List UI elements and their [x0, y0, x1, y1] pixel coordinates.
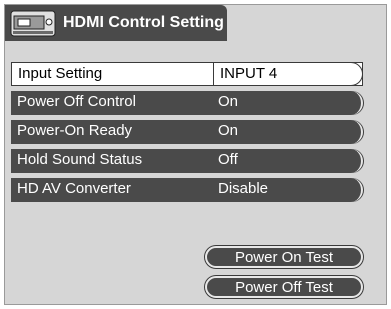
setting-row-power-on-ready[interactable]: Power-On Ready On	[11, 120, 363, 144]
setting-value-box[interactable]: On	[212, 91, 361, 113]
setting-value: INPUT 4	[220, 65, 278, 82]
hdmi-control-screen: HDMI Control Setting Input Setting INPUT…	[4, 4, 387, 305]
setting-value-box[interactable]: On	[212, 120, 361, 142]
power-on-test-button[interactable]: Power On Test	[205, 246, 363, 268]
setting-value-box[interactable]: INPUT 4	[213, 62, 363, 86]
title-bar: HDMI Control Setting	[5, 5, 227, 41]
power-off-test-button[interactable]: Power Off Test	[205, 276, 363, 298]
setting-value: On	[218, 93, 239, 110]
setting-label: HD AV Converter	[17, 180, 131, 197]
setting-value: Off	[218, 151, 238, 168]
setting-row-input-setting[interactable]: Input Setting INPUT 4	[11, 62, 363, 86]
setting-row-hd-av-converter[interactable]: HD AV Converter Disable	[11, 178, 363, 202]
setting-row-hold-sound-status[interactable]: Hold Sound Status Off	[11, 149, 363, 173]
setting-value-box[interactable]: Disable	[212, 178, 361, 200]
hdmi-device-icon	[10, 10, 56, 37]
setting-row-power-off-control[interactable]: Power Off Control On	[11, 91, 363, 115]
setting-value: On	[218, 122, 239, 139]
page-title: HDMI Control Setting	[63, 14, 224, 31]
setting-label: Power-On Ready	[17, 122, 133, 139]
setting-label: Power Off Control	[17, 93, 136, 110]
setting-value: Disable	[218, 180, 269, 197]
setting-value-box[interactable]: Off	[212, 149, 361, 171]
setting-label: Hold Sound Status	[17, 151, 143, 168]
setting-label: Input Setting	[18, 65, 103, 82]
